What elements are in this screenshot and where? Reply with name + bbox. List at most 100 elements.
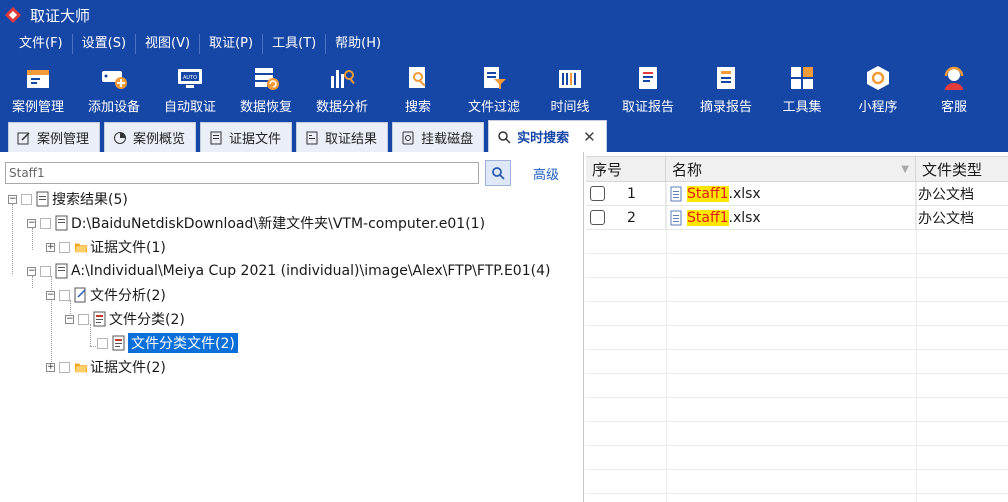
tree-checkbox[interactable]: [97, 337, 108, 349]
file-filter-button[interactable]: 文件过滤: [456, 58, 532, 120]
tree-checkbox[interactable]: [59, 361, 70, 373]
tree-node-image-1[interactable]: − D:\BaiduNetdiskDownload\新建文件夹\VTM-comp…: [27, 212, 485, 234]
row-name-cell: Staff1 .xlsx: [666, 182, 916, 205]
tab-evidence-files[interactable]: 证据文件: [200, 122, 293, 152]
empty-row: [586, 470, 1008, 494]
tree-checkbox[interactable]: [40, 265, 51, 277]
column-header-index[interactable]: 序号: [586, 157, 666, 181]
tab-case-management[interactable]: 案例管理: [8, 122, 101, 152]
search-submit-button[interactable]: [485, 160, 511, 186]
mini-program-button[interactable]: 小程序: [840, 58, 916, 120]
customer-service-icon: [944, 66, 964, 90]
empty-row: [586, 374, 1008, 398]
empty-row: [586, 446, 1008, 470]
disk-icon: [402, 131, 414, 144]
tree-node-evidence-files-1[interactable]: + 证据文件(1): [46, 236, 166, 258]
timeline-button[interactable]: 时间线: [532, 58, 608, 120]
tree-checkbox[interactable]: [21, 193, 32, 205]
file-icon: [670, 210, 682, 225]
expand-icon[interactable]: +: [46, 242, 55, 252]
edit-icon: [17, 131, 30, 144]
case-management-icon: [27, 70, 49, 88]
tree-checkbox[interactable]: [59, 241, 70, 253]
empty-row: [586, 398, 1008, 422]
forensic-report-button[interactable]: 取证报告: [608, 58, 688, 120]
search-input[interactable]: [5, 162, 479, 184]
tab-realtime-search[interactable]: 实时搜索 ✕: [488, 120, 607, 152]
collapse-icon[interactable]: −: [65, 314, 74, 324]
evidence-image-icon: [55, 263, 68, 279]
tree-checkbox[interactable]: [40, 217, 51, 229]
search-button[interactable]: 搜索: [380, 58, 456, 120]
table-row[interactable]: 2 Staff1 .xlsx 办公文档: [586, 206, 1008, 230]
menu-file[interactable]: 文件(F): [10, 34, 73, 54]
empty-row: [586, 326, 1008, 350]
tab-bar: 案例管理 案例概览 证据文件 取证结果 挂载磁盘 实时搜索 ✕: [0, 120, 1008, 152]
file-filter-icon: [484, 67, 506, 89]
file-classification-icon: [93, 311, 106, 327]
tree-checkbox[interactable]: [59, 289, 70, 301]
case-management-button[interactable]: 案例管理: [0, 58, 76, 120]
empty-row: [586, 422, 1008, 446]
tree-node-classified-files[interactable]: 文件分类文件(2): [97, 332, 238, 354]
auto-forensics-button[interactable]: AUTO 自动取证: [152, 58, 228, 120]
table-row[interactable]: 1 Staff1 .xlsx 办公文档: [586, 182, 1008, 206]
tree-checkbox[interactable]: [78, 313, 89, 325]
column-header-name-label: 名称: [672, 160, 703, 179]
expand-icon[interactable]: +: [46, 362, 55, 372]
folder-icon: [74, 243, 88, 253]
row-checkbox[interactable]: [590, 186, 605, 201]
folder-icon: [74, 363, 88, 373]
highlighted-match: Staff1: [687, 209, 729, 226]
tree-node-file-classification[interactable]: − 文件分类(2): [65, 308, 185, 330]
excerpt-report-icon: [717, 67, 735, 89]
results-grid-pane: 序号 名称 ▼ 文件类型 1 Staff1 .xlsx 办公文档 2 Staff…: [586, 152, 1008, 502]
toolset-icon: [791, 67, 813, 89]
tab-case-overview[interactable]: 案例概览: [104, 122, 197, 152]
row-index-cell: 1: [586, 182, 666, 205]
pie-icon: [114, 131, 127, 144]
highlighted-match: Staff1: [687, 185, 729, 202]
tree-connector: [12, 204, 13, 274]
tree-node-file-analysis[interactable]: − 文件分析(2): [46, 284, 166, 306]
tab-mount-disk[interactable]: 挂载磁盘: [392, 122, 485, 152]
column-header-name[interactable]: 名称 ▼: [666, 157, 916, 181]
collapse-icon[interactable]: −: [8, 194, 17, 204]
advanced-search-link[interactable]: 高级: [533, 164, 559, 183]
toolset-button[interactable]: 工具集: [764, 58, 840, 120]
row-checkbox[interactable]: [590, 210, 605, 225]
data-analysis-button[interactable]: 数据分析: [304, 58, 380, 120]
collapse-icon[interactable]: −: [27, 218, 36, 228]
file-analysis-icon: [74, 287, 86, 303]
tab-forensic-results[interactable]: 取证结果: [296, 122, 389, 152]
filter-icon[interactable]: ▼: [901, 164, 909, 175]
add-device-icon: [102, 71, 127, 89]
excerpt-report-button[interactable]: 摘录报告: [688, 58, 764, 120]
forensic-report-icon: [639, 67, 657, 89]
data-recovery-button[interactable]: 数据恢复: [228, 58, 304, 120]
menu-bar: 文件(F) 设置(S) 视图(V) 取证(P) 工具(T) 帮助(H): [0, 30, 1008, 58]
customer-service-button[interactable]: 客服: [916, 58, 992, 120]
close-icon[interactable]: ✕: [583, 128, 596, 146]
svg-text:AUTO: AUTO: [183, 75, 197, 81]
column-header-type[interactable]: 文件类型: [916, 157, 1008, 181]
data-analysis-icon: [331, 70, 355, 88]
tree-node-image-2[interactable]: − A:\Individual\Meiya Cup 2021 (individu…: [27, 260, 550, 282]
collapse-icon[interactable]: −: [27, 266, 36, 276]
title-bar: 取证大师: [0, 0, 1008, 30]
menu-help[interactable]: 帮助(H): [326, 34, 390, 54]
menu-settings[interactable]: 设置(S): [73, 34, 137, 54]
tree-node-evidence-files-2[interactable]: + 证据文件(2): [46, 356, 166, 378]
menu-view[interactable]: 视图(V): [136, 34, 201, 54]
mini-program-icon: [867, 66, 889, 90]
file-icon: [670, 186, 682, 201]
menu-tools[interactable]: 工具(T): [263, 34, 327, 54]
add-device-button[interactable]: 添加设备: [76, 58, 152, 120]
search-doc-icon: [409, 67, 426, 88]
tree-node-root[interactable]: − 搜索结果(5): [8, 188, 128, 210]
empty-row: [586, 302, 1008, 326]
menu-forensics[interactable]: 取证(P): [200, 34, 264, 54]
search-tree-pane: 高级 − 搜索结果(5) − D:\BaiduNetdiskDownload\新…: [0, 152, 584, 502]
collapse-icon[interactable]: −: [46, 290, 55, 300]
empty-row: [586, 230, 1008, 254]
